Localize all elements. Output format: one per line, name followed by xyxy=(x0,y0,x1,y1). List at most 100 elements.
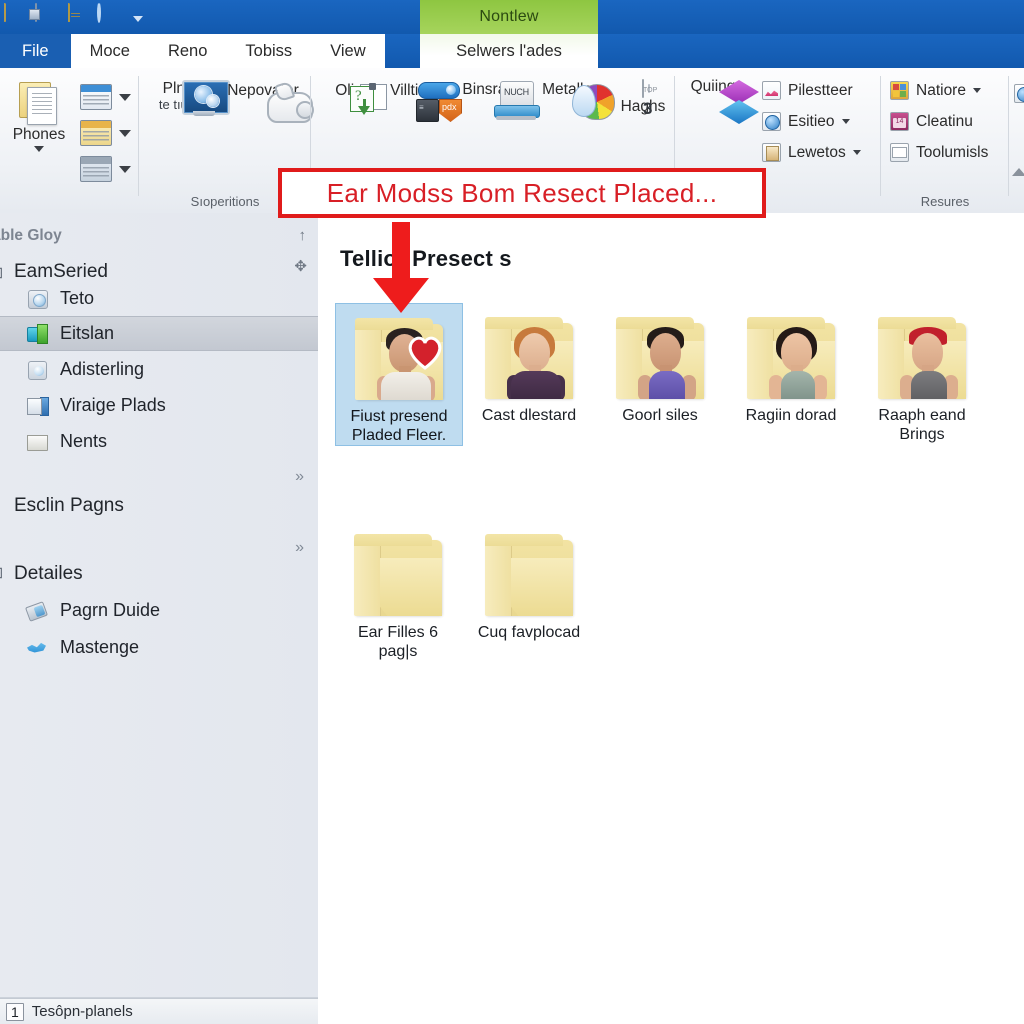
expand-chevron-icon[interactable]: » xyxy=(295,468,304,486)
ribbon-button-binsraen[interactable]: NUCH Binsraen xyxy=(456,81,540,120)
tab-moce[interactable]: Moce xyxy=(70,34,149,68)
ribbon-button-esitieo-label: Esitieo xyxy=(788,112,835,130)
expand-root-icon[interactable]: ⊞ xyxy=(0,263,3,283)
list-item[interactable]: Cast dlestard xyxy=(466,303,592,425)
folder-icon xyxy=(872,315,972,401)
status-bar: 1 Tesôpn-planels xyxy=(0,998,318,1024)
list-item[interactable]: Raaph eand Brings xyxy=(859,303,985,444)
list-item[interactable]: Cuq favplocad xyxy=(466,520,592,642)
page-icon xyxy=(762,143,781,162)
ribbon-button-overflow[interactable] xyxy=(1014,84,1024,103)
sidebar-item-mastenge[interactable]: Mastenge xyxy=(0,630,318,665)
expand-chevron-icon[interactable]: » xyxy=(295,539,304,557)
ribbon-button-metalles[interactable]: Metalles xyxy=(534,81,615,120)
ribbon-collapse-button[interactable] xyxy=(1012,168,1024,176)
callout-banner: Ear Modss Bom Resect Placed... xyxy=(278,168,766,218)
status-text: Tesôpn-planels xyxy=(31,1003,133,1020)
list-item[interactable]: Ear Filles 6 pag|s xyxy=(335,520,461,661)
chevron-down-icon[interactable] xyxy=(34,146,44,152)
sidebar-item-pagrn-duide[interactable]: Pagrn Duide xyxy=(0,593,318,628)
tab-reno[interactable]: Reno xyxy=(148,34,227,68)
chevron-down-icon[interactable] xyxy=(841,119,850,124)
annotation-arrow-icon xyxy=(372,222,430,314)
tab-moce-label: Moce xyxy=(89,41,130,60)
document-icon[interactable] xyxy=(66,3,90,30)
window-yellow-icon xyxy=(80,120,112,146)
undo-icon[interactable] xyxy=(97,2,121,30)
avatar xyxy=(769,325,827,399)
sidebar-item-teto[interactable]: Teto xyxy=(0,281,318,316)
sidebar-section-detailes[interactable]: Detailes xyxy=(14,563,83,585)
sidebar-item-viraige-plads[interactable]: Viraige Plads xyxy=(0,388,318,423)
chevron-down-icon[interactable] xyxy=(119,165,131,173)
ribbon-button-plnus[interactable]: Plnus te tıüriıs xyxy=(145,80,230,116)
ribbon-button-haghs[interactable]: TOP 3 Haghs xyxy=(606,79,680,118)
list-item[interactable]: Ragiin dorad xyxy=(728,303,854,425)
sidebar-item-label: Mastenge xyxy=(60,637,140,657)
ribbon-button-quiing[interactable]: Quiing xyxy=(676,78,759,124)
ribbon-button-pilestteer-label: Pilestteer xyxy=(788,81,853,99)
tab-contextual-label: Selwers l'ades xyxy=(456,41,562,60)
ribbon-button-lewetos-label: Lewetos xyxy=(788,143,846,161)
sidebar-item-label: Teto xyxy=(60,288,95,308)
folder-icon xyxy=(26,432,49,452)
avatar xyxy=(900,325,958,399)
envelope-icon xyxy=(890,143,909,162)
ribbon-button-toolumisls[interactable]: Toolumisls xyxy=(890,143,988,162)
move-handle-icon[interactable]: ✥ xyxy=(294,257,307,275)
chevron-down-icon[interactable] xyxy=(852,150,861,155)
chevron-down-icon[interactable] xyxy=(972,88,981,93)
navigation-pane: able Gloy ⊞ EamSeried ↑ ✥ Teto Eitslan A… xyxy=(0,213,319,1024)
file-list-pane: Tellior Presect s Fiust presend Pladed F… xyxy=(318,213,1024,1024)
tab-view[interactable]: View xyxy=(311,34,385,68)
callout-text: Ear Modss Bom Resect Placed... xyxy=(326,177,718,208)
chevron-down-icon[interactable] xyxy=(119,129,131,137)
ribbon-button-cleatinu[interactable]: 14 Cleatinu xyxy=(890,112,973,131)
chevron-down-icon[interactable] xyxy=(133,15,143,22)
list-item[interactable]: Goorl siles xyxy=(597,303,723,425)
tab-file[interactable]: File xyxy=(0,34,71,68)
scroll-up-icon[interactable]: ↑ xyxy=(299,227,307,244)
ribbon-button-nepovator[interactable]: Nepovator xyxy=(220,80,314,123)
ribbon-button-villtiom[interactable]: ≡ pdx Villtiom xyxy=(378,82,462,122)
avatar xyxy=(507,325,565,399)
list-item-label: Fiust presend Pladed Fleer. xyxy=(350,408,448,444)
ribbon-button-phones[interactable]: Phones xyxy=(2,80,76,152)
ribbon-button-lewetos[interactable]: Lewetos xyxy=(762,143,861,162)
folder-icon xyxy=(479,532,579,618)
ribbon-button-esitieo[interactable]: Esitieo xyxy=(762,112,850,131)
expand-details-icon[interactable]: ⊞ xyxy=(0,563,3,583)
ribbon-button-natiore-label: Natiore xyxy=(916,81,966,99)
chart-icon xyxy=(762,81,781,100)
ribbon-button-window-yellow[interactable] xyxy=(80,120,131,146)
sidebar-item-eitslan[interactable]: Eitslan xyxy=(0,316,318,351)
ribbon-tab-strip: File Moce Reno Tobiss View Selwers l'ade… xyxy=(0,34,1024,68)
sidebar-item-label: Eitslan xyxy=(60,323,115,343)
tab-view-label: View xyxy=(330,41,366,60)
ribbon-button-natiore[interactable]: Natiore xyxy=(890,81,981,100)
folder-icon xyxy=(349,316,449,402)
folder-icon[interactable] xyxy=(4,3,28,30)
tab-reno-label: Reno xyxy=(167,41,208,60)
properties-icon[interactable] xyxy=(35,3,59,30)
chevron-down-icon[interactable] xyxy=(119,93,131,101)
ribbon-button-window-gray[interactable] xyxy=(80,156,131,182)
disc-icon xyxy=(26,289,49,309)
tab-contextual-selwers-lades[interactable]: Selwers l'ades xyxy=(420,34,598,68)
sidebar-item-nents[interactable]: Nents xyxy=(0,424,318,459)
nav-root-eamseried[interactable]: EamSeried xyxy=(14,261,108,283)
sidebar-item-adisterling[interactable]: Adisterling xyxy=(0,352,318,387)
ribbon-button-pilestteer[interactable]: Pilestteer xyxy=(762,81,853,100)
folder-icon xyxy=(610,315,710,401)
list-item[interactable]: Fiust presend Pladed Fleer. xyxy=(335,303,463,446)
overflow-icon xyxy=(1014,84,1024,103)
list-item-label: Raaph eand Brings xyxy=(878,407,966,443)
ribbon-group-resures: Natiore 14 Cleatinu Toolumisls Resures xyxy=(884,68,1006,213)
sidebar-section-esclin-pagns[interactable]: Esclin Pagns xyxy=(14,495,124,517)
ribbon-button-olin[interactable]: ? Olin xyxy=(312,82,387,115)
network-drive-icon xyxy=(26,323,49,344)
status-count: 1 xyxy=(6,1002,24,1021)
window-gray-icon xyxy=(80,156,112,182)
ribbon-button-window-blue[interactable] xyxy=(80,84,131,110)
tab-tobiss[interactable]: Tobiss xyxy=(226,34,312,68)
